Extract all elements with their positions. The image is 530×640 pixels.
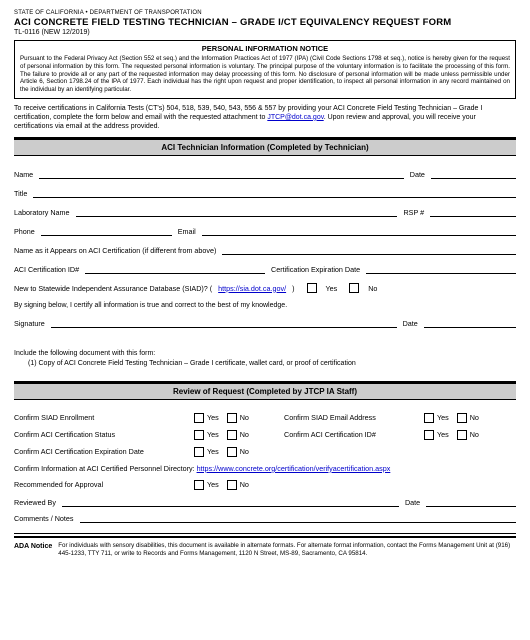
- section1-heading: ACI Technician Information (Completed by…: [14, 139, 516, 156]
- rsp-label: RSP #: [403, 208, 424, 217]
- form-number: TL-0116 (NEW 12/2019): [14, 29, 516, 36]
- ada-notice-text: For individuals with sensory disabilitie…: [58, 542, 516, 558]
- dir-label: Confirm Information at ACI Certified Per…: [14, 464, 195, 473]
- r1a-yes-checkbox[interactable]: [194, 413, 204, 423]
- yes-label: Yes: [207, 480, 219, 489]
- r2a-yes-checkbox[interactable]: [194, 430, 204, 440]
- name-field[interactable]: [39, 169, 404, 179]
- r1b-yes-checkbox[interactable]: [424, 413, 434, 423]
- r1a-no-checkbox[interactable]: [227, 413, 237, 423]
- privacy-notice-box: PERSONAL INFORMATION NOTICE Pursuant to …: [14, 40, 516, 99]
- certexp-label: Certification Expiration Date: [271, 265, 360, 274]
- name-label: Name: [14, 170, 33, 179]
- page: STATE OF CALIFORNIA • DEPARTMENT OF TRAN…: [0, 0, 530, 568]
- siad-no-checkbox[interactable]: [349, 283, 359, 293]
- r2b-no-checkbox[interactable]: [457, 430, 467, 440]
- yes-label: Yes: [207, 430, 219, 439]
- rec-label: Recommended for Approval: [14, 480, 194, 489]
- reviewed-label: Reviewed By: [14, 498, 56, 507]
- siad-no-label: No: [368, 284, 377, 293]
- no-label: No: [240, 413, 249, 422]
- include-block: Include the following document with this…: [14, 349, 516, 369]
- yes-label: Yes: [207, 447, 219, 456]
- reviewed-field[interactable]: [62, 497, 399, 507]
- privacy-notice-heading: PERSONAL INFORMATION NOTICE: [20, 44, 510, 53]
- aciname-label: Name as it Appears on ACI Certification …: [14, 246, 216, 255]
- siad-label-post: ): [292, 284, 294, 293]
- sig-date-field[interactable]: [424, 318, 516, 328]
- date-field[interactable]: [431, 169, 516, 179]
- footer: ADA Notice For individuals with sensory …: [14, 542, 516, 558]
- r3a-yes-checkbox[interactable]: [194, 447, 204, 457]
- lab-field[interactable]: [76, 207, 398, 217]
- lab-label: Laboratory Name: [14, 208, 70, 217]
- jtcp-email-link[interactable]: JTCP@dot.ca.gov: [267, 114, 323, 121]
- no-label: No: [470, 430, 479, 439]
- intro-paragraph: To receive certifications in California …: [14, 104, 516, 131]
- divider: [14, 536, 516, 538]
- siad-yes-label: Yes: [326, 284, 338, 293]
- signature-label: Signature: [14, 319, 45, 328]
- aciid-label: ACI Certification ID#: [14, 265, 79, 274]
- email-field[interactable]: [202, 226, 516, 236]
- privacy-notice-text: Pursuant to the Federal Privacy Act (Sec…: [20, 55, 510, 94]
- email-label: Email: [178, 227, 196, 236]
- comments-label: Comments / Notes: [14, 514, 74, 523]
- phone-label: Phone: [14, 227, 35, 236]
- section1-body: Name Date Title Laboratory Name RSP # Ph…: [14, 156, 516, 339]
- r1b-no-checkbox[interactable]: [457, 413, 467, 423]
- sig-date-label: Date: [403, 319, 418, 328]
- r2a-no-checkbox[interactable]: [227, 430, 237, 440]
- r3a-no-checkbox[interactable]: [227, 447, 237, 457]
- ada-notice-label: ADA Notice: [14, 542, 52, 558]
- r2b-label: Confirm ACI Certification ID#: [284, 430, 424, 439]
- section2-body: Confirm SIAD Enrollment Yes No Confirm S…: [14, 400, 516, 533]
- rec-no-checkbox[interactable]: [227, 480, 237, 490]
- certexp-field[interactable]: [366, 264, 516, 274]
- reviewed-date-field[interactable]: [426, 497, 516, 507]
- yes-label: Yes: [437, 413, 449, 422]
- rsp-field[interactable]: [430, 207, 516, 217]
- dir-link[interactable]: https://www.concrete.org/certification/v…: [197, 464, 391, 473]
- section2-heading: Review of Request (Completed by JTCP IA …: [14, 383, 516, 400]
- reviewed-date-label: Date: [405, 498, 420, 507]
- r2a-label: Confirm ACI Certification Status: [14, 430, 194, 439]
- rec-yes-checkbox[interactable]: [194, 480, 204, 490]
- date-label: Date: [410, 170, 425, 179]
- title-label: Title: [14, 189, 27, 198]
- aciname-field[interactable]: [222, 245, 516, 255]
- include-line1: Include the following document with this…: [14, 349, 516, 359]
- comments-field[interactable]: [80, 513, 516, 523]
- phone-field[interactable]: [41, 226, 172, 236]
- affirmation-text: By signing below, I certify all informat…: [14, 302, 516, 309]
- include-line2: (1) Copy of ACI Concrete Field Testing T…: [14, 359, 516, 369]
- yes-label: Yes: [437, 430, 449, 439]
- aciid-field[interactable]: [85, 264, 265, 274]
- r1a-label: Confirm SIAD Enrollment: [14, 413, 194, 422]
- no-label: No: [240, 447, 249, 456]
- title-field[interactable]: [33, 188, 516, 198]
- no-label: No: [470, 413, 479, 422]
- form-title: ACI CONCRETE FIELD TESTING TECHNICIAN – …: [14, 17, 516, 28]
- yes-label: Yes: [207, 413, 219, 422]
- r1b-label: Confirm SIAD Email Address: [284, 413, 424, 422]
- no-label: No: [240, 480, 249, 489]
- no-label: No: [240, 430, 249, 439]
- siad-yes-checkbox[interactable]: [307, 283, 317, 293]
- r3a-label: Confirm ACI Certification Expiration Dat…: [14, 447, 194, 456]
- siad-label-pre: New to Statewide Independent Assurance D…: [14, 284, 212, 293]
- signature-field[interactable]: [51, 318, 397, 328]
- r2b-yes-checkbox[interactable]: [424, 430, 434, 440]
- agency-line: STATE OF CALIFORNIA • DEPARTMENT OF TRAN…: [14, 10, 516, 16]
- siad-link[interactable]: https://sia.dot.ca.gov/: [218, 284, 286, 293]
